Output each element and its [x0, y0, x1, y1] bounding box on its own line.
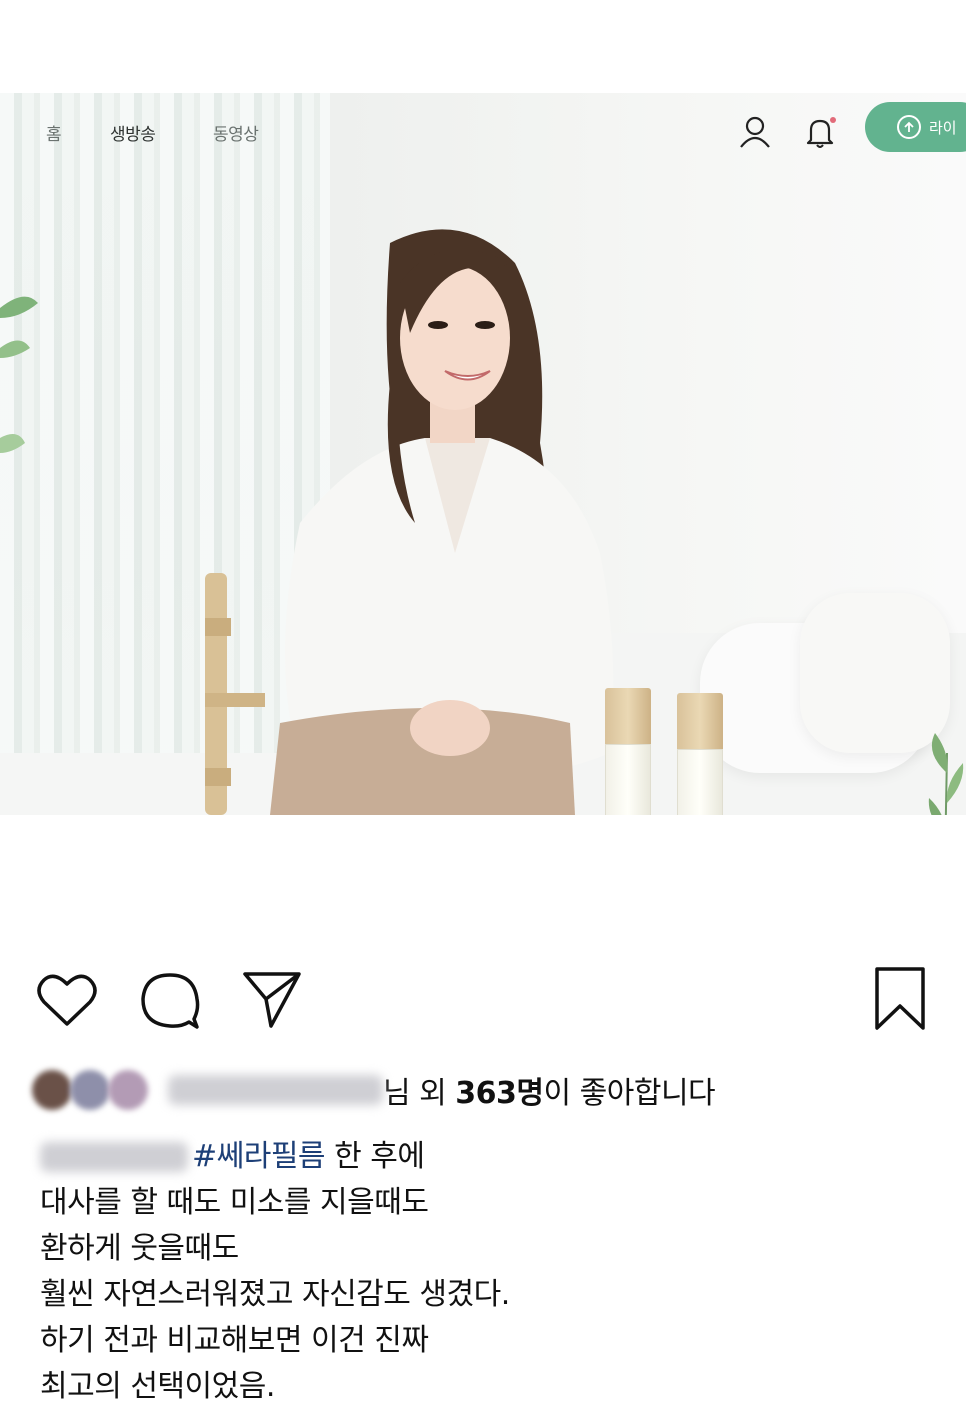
avatar [70, 1070, 110, 1110]
avatar [108, 1070, 148, 1110]
comment-icon[interactable] [138, 968, 202, 1032]
caption-line: 대사를 할 때도 미소를 지을때도 [40, 1185, 429, 1220]
bell-icon[interactable] [800, 112, 840, 152]
caption-first-line: 한 후에 [325, 1139, 425, 1174]
post-photo[interactable] [0, 93, 966, 815]
nav-item-live[interactable]: 생방송 [110, 120, 156, 145]
live-button[interactable]: 라이 [865, 102, 966, 152]
hashtag-link[interactable]: #쎄라필름 [192, 1134, 326, 1180]
caption-line: 하기 전과 비교해보면 이건 진짜 [40, 1323, 429, 1358]
bookmark-icon[interactable] [870, 965, 930, 1033]
likes-prefix: 님 외 [383, 1076, 456, 1111]
avatar [32, 1070, 72, 1110]
live-button-label: 라이 [929, 118, 957, 137]
user-icon[interactable] [735, 112, 775, 152]
plant-leaves-right [928, 733, 964, 815]
likes-count: 363명 [455, 1076, 544, 1111]
upload-circle-icon [897, 115, 921, 139]
liker-avatars[interactable] [30, 1064, 160, 1116]
caption-line: 최고의 선택이었음. [40, 1369, 275, 1404]
product-bottle [605, 688, 651, 815]
woman-presenter [270, 229, 614, 815]
blurred-username[interactable] [168, 1075, 383, 1105]
likes-tail: 이 좋아합니다 [543, 1076, 716, 1111]
heart-icon[interactable] [34, 970, 100, 1030]
caption-line: 훨씬 자연스러워졌고 자신감도 생겼다. [40, 1277, 510, 1312]
nav-item-home[interactable]: 홈 [46, 120, 62, 145]
plant-leaves-left [0, 296, 38, 453]
likes-summary[interactable]: 님 외 363명 이 좋아합니다 [30, 1062, 716, 1118]
caption-line: 환하게 웃을때도 [40, 1231, 239, 1266]
share-icon[interactable] [240, 965, 304, 1031]
nav-item-videos[interactable]: 동영상 [213, 120, 259, 145]
post-caption: #쎄라필름 한 후에 대사를 할 때도 미소를 지을때도 환하게 웃을때도 훨씬… [40, 1134, 510, 1410]
blurred-author-username[interactable] [40, 1142, 188, 1172]
product-bottle [677, 693, 723, 815]
